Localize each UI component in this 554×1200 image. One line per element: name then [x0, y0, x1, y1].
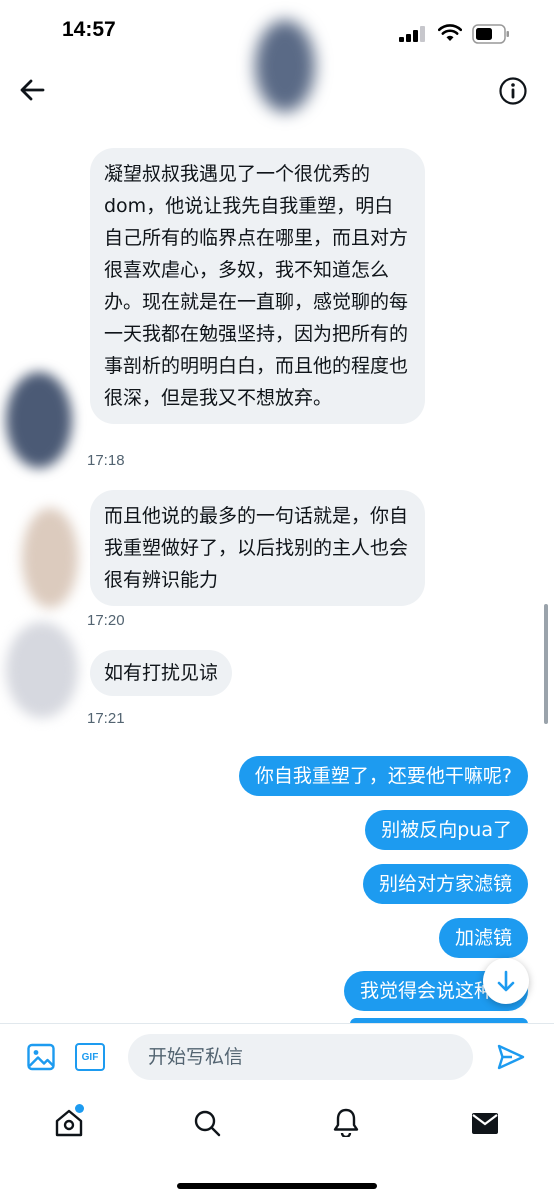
- message-timestamp: 17:21: [87, 710, 125, 727]
- sender-avatar[interactable]: [6, 622, 78, 718]
- image-icon[interactable]: [26, 1042, 56, 1072]
- back-arrow-icon[interactable]: [18, 76, 46, 104]
- incoming-message-bubble[interactable]: 如有打扰见谅: [90, 650, 233, 696]
- arrow-down-icon: [497, 970, 515, 992]
- scroll-to-bottom-button[interactable]: [483, 958, 529, 1004]
- battery-icon: [472, 24, 509, 44]
- outgoing-message-bubble[interactable]: 加滤镜: [438, 918, 528, 958]
- sender-avatar[interactable]: [6, 372, 72, 468]
- message-timestamp: 17:18: [87, 452, 125, 469]
- gif-button[interactable]: GIF: [75, 1043, 105, 1071]
- message-text: 而且他说的最多的一句话就是，你自我重塑做好了，以后找别的主人也会很有辨识能力: [104, 505, 409, 591]
- message-timestamp: 17:20: [87, 612, 125, 629]
- outgoing-message-bubble[interactable]: 别给对方家滤镜: [362, 864, 528, 904]
- status-time: 14:57: [62, 18, 116, 41]
- wifi-icon: [438, 24, 462, 41]
- message-text: 凝望叔叔我遇见了一个很优秀的dom，他说让我先自我重塑，明白自己所有的临界点在哪…: [104, 163, 409, 409]
- message-input[interactable]: [148, 1034, 448, 1080]
- composer-divider: [0, 1023, 554, 1024]
- conversation-avatar[interactable]: [255, 20, 315, 112]
- home-indicator: [177, 1183, 377, 1189]
- scrollbar[interactable]: [544, 604, 548, 724]
- outgoing-message-bubble[interactable]: 别被反向pua了: [365, 810, 528, 850]
- gif-label: GIF: [81, 1051, 99, 1063]
- send-icon[interactable]: [496, 1042, 526, 1072]
- info-icon[interactable]: [498, 76, 528, 106]
- incoming-message-bubble[interactable]: 而且他说的最多的一句话就是，你自我重塑做好了，以后找别的主人也会很有辨识能力: [90, 490, 425, 606]
- message-text: 如有打扰见谅: [104, 662, 219, 684]
- incoming-message-bubble[interactable]: 凝望叔叔我遇见了一个很优秀的dom，他说让我先自我重塑，明白自己所有的临界点在哪…: [90, 148, 425, 424]
- sender-avatar[interactable]: [22, 508, 78, 608]
- message-composer[interactable]: [128, 1034, 473, 1080]
- outgoing-message-bubble[interactable]: 你自我重塑了，还要他干嘛呢?: [238, 756, 528, 796]
- notifications-bell-icon[interactable]: [331, 1107, 361, 1137]
- search-icon[interactable]: [192, 1108, 222, 1138]
- cellular-signal-icon: [399, 26, 425, 42]
- notification-dot: [75, 1104, 84, 1113]
- messages-envelope-icon[interactable]: [470, 1108, 500, 1138]
